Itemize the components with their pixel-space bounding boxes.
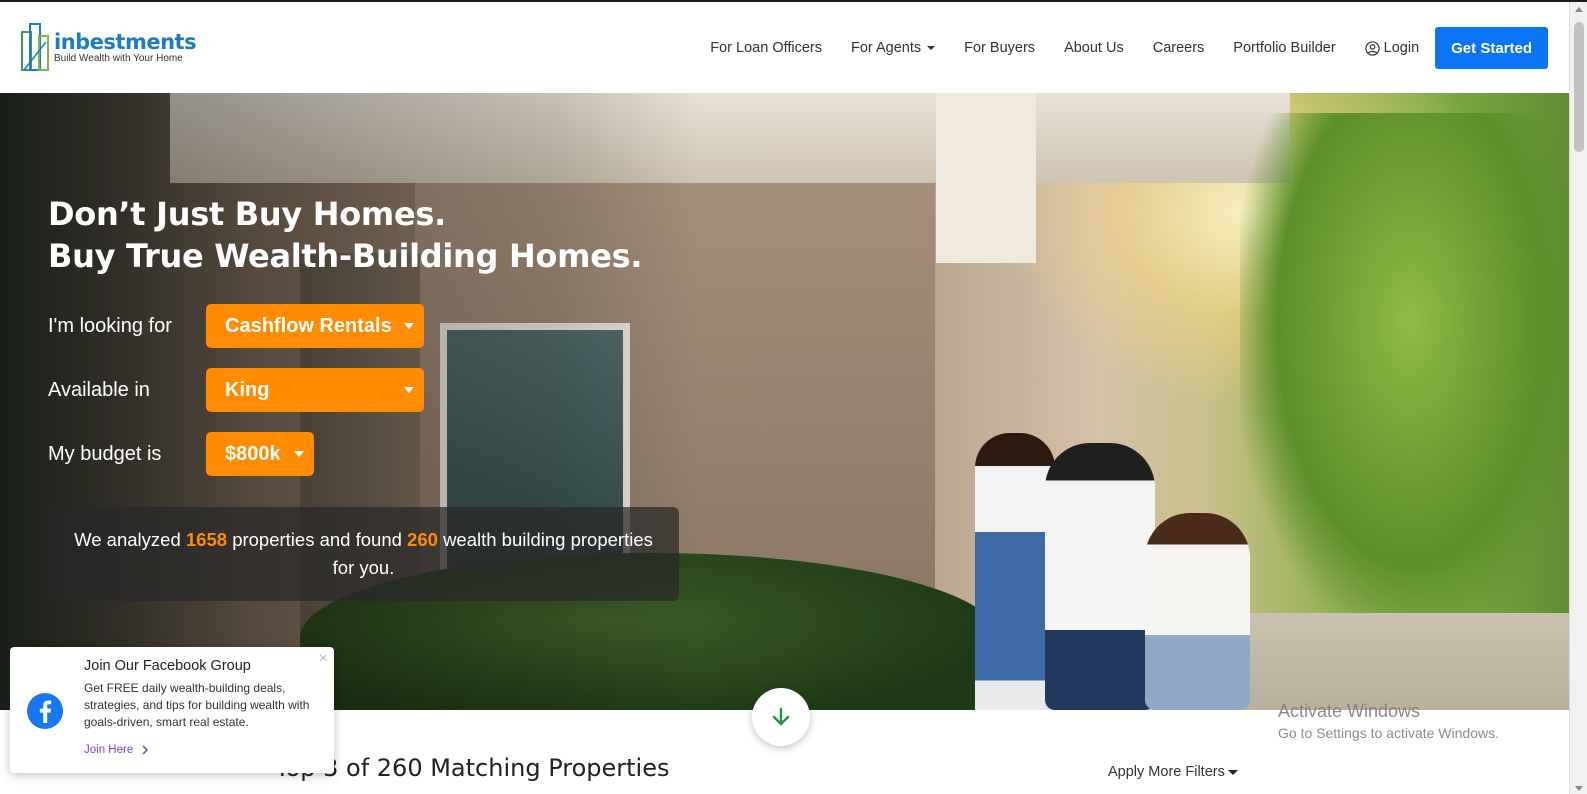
hero-headline: Don’t Just Buy Homes. Buy True Wealth-Bu… (48, 193, 643, 277)
apply-more-filters-button[interactable]: Apply More Filters (1108, 764, 1238, 780)
hero-photo-trees (1240, 113, 1569, 633)
link-label: Join Here (84, 744, 134, 756)
budget-select[interactable]: $800k (206, 432, 314, 476)
page: inbestments Build Wealth with Your Home … (0, 0, 1587, 794)
nav-for-loan-officers[interactable]: For Loan Officers (710, 40, 822, 56)
headline-line-2: Buy True Wealth-Building Homes. (48, 237, 643, 275)
scroll-down-arrow-icon[interactable] (1575, 786, 1583, 791)
hero-section: Don’t Just Buy Homes. Buy True Wealth-Bu… (0, 93, 1569, 710)
nav-label: For Agents (851, 40, 922, 56)
nav-label: For Loan Officers (710, 40, 823, 56)
watermark-line-1: Activate Windows (1278, 701, 1421, 721)
close-icon[interactable]: × (319, 650, 328, 668)
select-value: $800k (225, 442, 281, 465)
filter-row-looking-for: I'm looking for Cashflow Rentals (48, 304, 424, 348)
facebook-group-popup: × Join Our Facebook Group Get FREE daily… (10, 647, 334, 773)
nav-for-agents[interactable]: For Agents (851, 40, 936, 56)
popup-text: Get FREE daily wealth-building deals, st… (84, 681, 310, 729)
watermark-line-2: Go to Settings to activate Windows. (1278, 725, 1499, 741)
login-link[interactable]: Login (1364, 40, 1420, 56)
logo[interactable]: inbestments Build Wealth with Your Home (20, 22, 197, 72)
caret-down-icon (404, 323, 414, 329)
property-type-select[interactable]: Cashflow Rentals (206, 304, 424, 348)
result-text: We analyzed (74, 529, 181, 550)
scroll-down-button[interactable] (752, 688, 810, 746)
hero-photo-father (1045, 443, 1155, 710)
filter-label: I'm looking for (48, 314, 172, 337)
select-value: Cashflow Rentals (225, 314, 392, 337)
windows-activation-watermark: Activate Windows Go to Settings to activ… (1278, 701, 1499, 741)
hero-photo-path (1230, 613, 1569, 710)
facebook-icon (27, 693, 63, 729)
hero-photo-upper-window (936, 93, 1036, 263)
caret-down-icon (404, 387, 414, 393)
scroll-up-arrow-icon[interactable] (1575, 7, 1583, 12)
analyzed-count: 1658 (185, 529, 228, 550)
caret-down-icon (294, 451, 304, 457)
chevron-right-icon (142, 745, 149, 755)
nav-label: Careers (1152, 40, 1205, 56)
headline-line-1: Don’t Just Buy Homes. (48, 195, 446, 233)
brand-name: inbestments (54, 29, 197, 54)
hero-photo-mother (1145, 513, 1250, 710)
join-here-link[interactable]: Join Here (84, 744, 151, 756)
listing-title: Top 3 of 260 Matching Properties (275, 754, 670, 782)
page-scrollbar[interactable] (1569, 2, 1587, 794)
scrollbar-thumb[interactable] (1574, 22, 1584, 152)
analysis-result-box: We analyzed 1658 properties and found 26… (48, 507, 679, 601)
filter-label: Available in (48, 378, 150, 401)
found-count: 260 (407, 529, 438, 550)
nav-label: For Buyers (964, 40, 1036, 56)
caret-down-icon (927, 46, 936, 50)
brand-tagline: Build Wealth with Your Home (54, 52, 183, 64)
main-nav: For Loan Officers For Agents For Buyers … (681, 27, 1548, 69)
site-header: inbestments Build Wealth with Your Home … (0, 2, 1569, 93)
popup-title: Join Our Facebook Group (84, 658, 251, 674)
filter-label: My budget is (48, 442, 162, 465)
nav-label: Portfolio Builder (1233, 40, 1336, 56)
filters-label: Apply More Filters (1108, 764, 1225, 780)
buildings-logo-icon (21, 23, 49, 71)
nav-careers[interactable]: Careers (1153, 40, 1205, 56)
hero-photo-girl (975, 433, 1055, 710)
arrow-down-icon (772, 707, 790, 726)
get-started-button[interactable]: Get Started (1435, 27, 1548, 69)
select-value: King (225, 378, 270, 401)
nav-label: About Us (1064, 40, 1124, 56)
result-text: properties and found (232, 529, 402, 550)
user-circle-icon (1364, 40, 1380, 56)
login-label: Login (1383, 40, 1420, 56)
filter-row-budget: My budget is $800k (48, 432, 314, 476)
nav-portfolio-builder[interactable]: Portfolio Builder (1233, 40, 1335, 56)
nav-about-us[interactable]: About Us (1064, 40, 1124, 56)
nav-for-buyers[interactable]: For Buyers (964, 40, 1035, 56)
filter-row-available-in: Available in King (48, 368, 424, 412)
caret-down-icon (1227, 769, 1238, 775)
location-select[interactable]: King (206, 368, 424, 412)
